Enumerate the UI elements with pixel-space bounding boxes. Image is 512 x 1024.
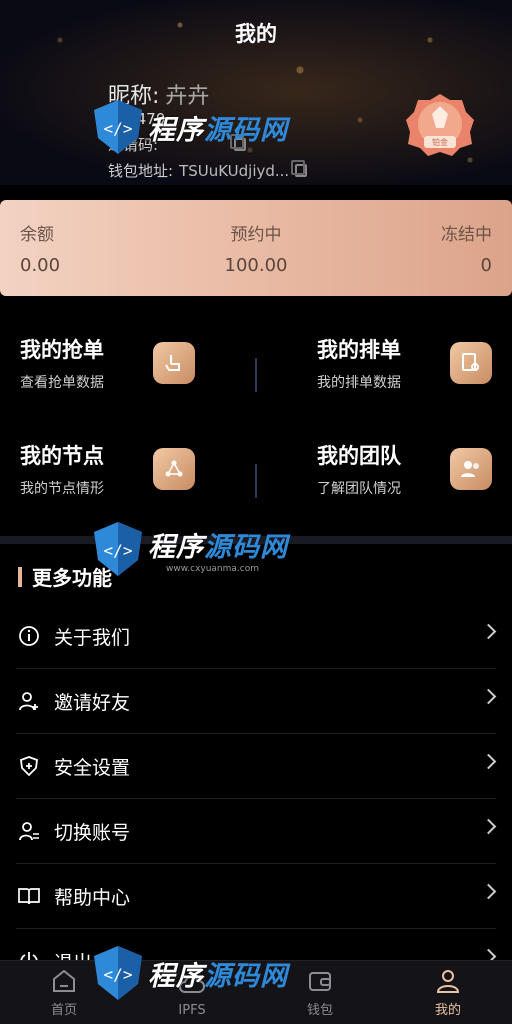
- feature-grid: 我的抢单 查看抢单数据 我的排单 我的排单数据 我的节点 我的节点情形 我的团队…: [0, 300, 512, 536]
- balance-frozen-value: 0: [480, 255, 492, 276]
- team-icon[interactable]: [450, 448, 492, 490]
- balance-frozen-label: 冻结中: [441, 225, 492, 245]
- copy-icon[interactable]: [230, 134, 247, 151]
- menu-label: 帮助中心: [54, 886, 131, 909]
- wallet-row: 钱包地址: TSUuKUdjiyd...: [108, 160, 348, 181]
- tab-profile[interactable]: 我的: [384, 961, 512, 1024]
- more-functions-heading: 更多功能: [18, 562, 112, 591]
- document-search-icon[interactable]: [450, 342, 492, 384]
- chevron-right-icon: [480, 623, 497, 640]
- uid-value: 135470: [108, 110, 166, 128]
- menu-label: 邀请好友: [54, 691, 131, 714]
- chevron-right-icon: [480, 688, 497, 705]
- wallet-label: 钱包地址:: [108, 162, 174, 180]
- tab-wallet[interactable]: 钱包: [256, 961, 384, 1024]
- cloud-icon: [179, 976, 205, 993]
- profile-icon: [436, 970, 460, 993]
- chevron-right-icon: [480, 818, 497, 835]
- menu-list: 关于我们 邀请好友 安全设置 切换账号 帮助中心 退出: [16, 604, 497, 994]
- balance-card: 余额 0.00 预约中 100.00 冻结中 0: [0, 200, 512, 296]
- menu-item-about[interactable]: 关于我们: [16, 604, 497, 669]
- nickname-label: 昵称:: [108, 84, 160, 109]
- tab-label: 首页: [50, 1003, 77, 1018]
- nodes-icon[interactable]: [153, 448, 195, 490]
- more-functions-title: 更多功能: [32, 566, 112, 590]
- wallet-address: TSUuKUdjiyd...: [179, 161, 290, 180]
- balance-frozen: 冻结中 0: [441, 220, 492, 276]
- medal-label: 铂金: [432, 137, 448, 147]
- section-divider: [0, 536, 512, 544]
- platinum-medal-icon: 铂金: [406, 94, 474, 156]
- tab-label: 我的: [434, 1003, 461, 1018]
- home-icon: [53, 969, 75, 992]
- tab-label: 钱包: [306, 1003, 333, 1018]
- nickname-row: 昵称: 卉卉: [108, 78, 209, 110]
- bottom-tab-bar: 首页 IPFS 钱包 我的: [0, 960, 512, 1024]
- menu-label: 关于我们: [54, 626, 131, 649]
- chevron-right-icon: [480, 883, 497, 900]
- balance-reserved: 预约中 100.00: [0, 220, 512, 276]
- nickname-value: 卉卉: [165, 84, 210, 109]
- tab-label: IPFS: [178, 1003, 206, 1018]
- info-icon: [16, 623, 42, 649]
- tap-hand-icon[interactable]: [153, 342, 195, 384]
- switch-user-icon: [16, 818, 42, 844]
- watermark-url: www.cxyuanma.com: [166, 563, 260, 574]
- profile-header: 我的 昵称: 卉卉 135470 邀请码: 钱包地址: TSUuKUdjiyd.…: [0, 0, 512, 185]
- tab-ipfs[interactable]: IPFS: [128, 961, 256, 1024]
- balance-reserved-label: 预约中: [230, 225, 282, 245]
- divider: [255, 464, 257, 498]
- book-icon: [16, 883, 42, 909]
- heading-accent-bar: [18, 566, 22, 587]
- page-title: 我的: [235, 22, 277, 46]
- chevron-right-icon: [480, 753, 497, 770]
- invite-label: 邀请码:: [108, 136, 159, 154]
- menu-item-security[interactable]: 安全设置: [16, 734, 497, 799]
- tab-home[interactable]: 首页: [0, 961, 128, 1024]
- menu-label: 安全设置: [54, 756, 131, 779]
- copy-wallet-icon[interactable]: [291, 160, 308, 177]
- user-plus-icon: [16, 688, 42, 714]
- balance-reserved-value: 100.00: [224, 255, 288, 276]
- menu-item-invite[interactable]: 邀请好友: [16, 669, 497, 734]
- menu-label: 切换账号: [54, 821, 131, 844]
- wallet-icon: [309, 972, 331, 991]
- menu-item-switch-account[interactable]: 切换账号: [16, 799, 497, 864]
- shield-icon: [16, 753, 42, 779]
- divider: [255, 358, 257, 392]
- invite-row: 邀请码:: [108, 134, 247, 155]
- menu-item-help[interactable]: 帮助中心: [16, 864, 497, 929]
